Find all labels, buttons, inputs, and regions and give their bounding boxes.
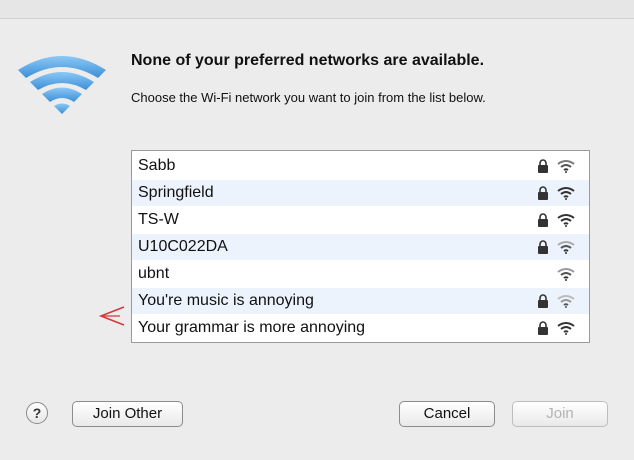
network-name: You're music is annoying	[138, 292, 314, 309]
network-row-springfield[interactable]: Springfield	[132, 180, 589, 206]
wifi-signal-icon	[557, 214, 575, 227]
lock-icon	[538, 159, 548, 173]
lock-icon	[538, 186, 548, 200]
lock-icon	[538, 321, 548, 335]
network-row-grammar[interactable]: Your grammar is more annoying	[132, 315, 589, 341]
cancel-button[interactable]: Cancel	[399, 401, 495, 427]
network-name: TS-W	[138, 211, 179, 228]
join-other-button[interactable]: Join Other	[72, 401, 183, 427]
help-button[interactable]: ?	[26, 402, 48, 424]
lock-icon	[538, 213, 548, 227]
dialog-subtitle: Choose the Wi-Fi network you want to joi…	[131, 90, 486, 105]
network-row-ubnt[interactable]: ubnt	[132, 261, 589, 287]
network-row-music[interactable]: You're music is annoying	[132, 288, 589, 314]
wifi-signal-icon	[557, 322, 575, 335]
wifi-signal-icon	[557, 187, 575, 200]
wifi-signal-icon	[557, 295, 575, 308]
red-arrow-icon	[98, 306, 125, 326]
dialog-top-edge	[0, 0, 634, 19]
network-row-ts-w[interactable]: TS-W	[132, 207, 589, 233]
network-name: U10C022DA	[138, 238, 228, 255]
wifi-signal-icon	[557, 160, 575, 173]
join-button[interactable]: Join	[512, 401, 608, 427]
network-name: ubnt	[138, 265, 170, 282]
network-list[interactable]: Sabb Springfield TS-W U10C022DA ubnt You…	[131, 150, 590, 343]
network-name: Your grammar is more annoying	[138, 319, 366, 336]
network-row-u10c022da[interactable]: U10C022DA	[132, 234, 589, 260]
wifi-signal-icon	[557, 241, 575, 254]
wifi-icon	[18, 56, 106, 114]
network-row-sabb[interactable]: Sabb	[132, 153, 589, 179]
network-name: Springfield	[138, 184, 214, 201]
wifi-signal-icon	[557, 268, 575, 281]
lock-icon	[538, 294, 548, 308]
lock-icon	[538, 240, 548, 254]
network-name: Sabb	[138, 157, 176, 174]
dialog-title: None of your preferred networks are avai…	[131, 52, 485, 69]
